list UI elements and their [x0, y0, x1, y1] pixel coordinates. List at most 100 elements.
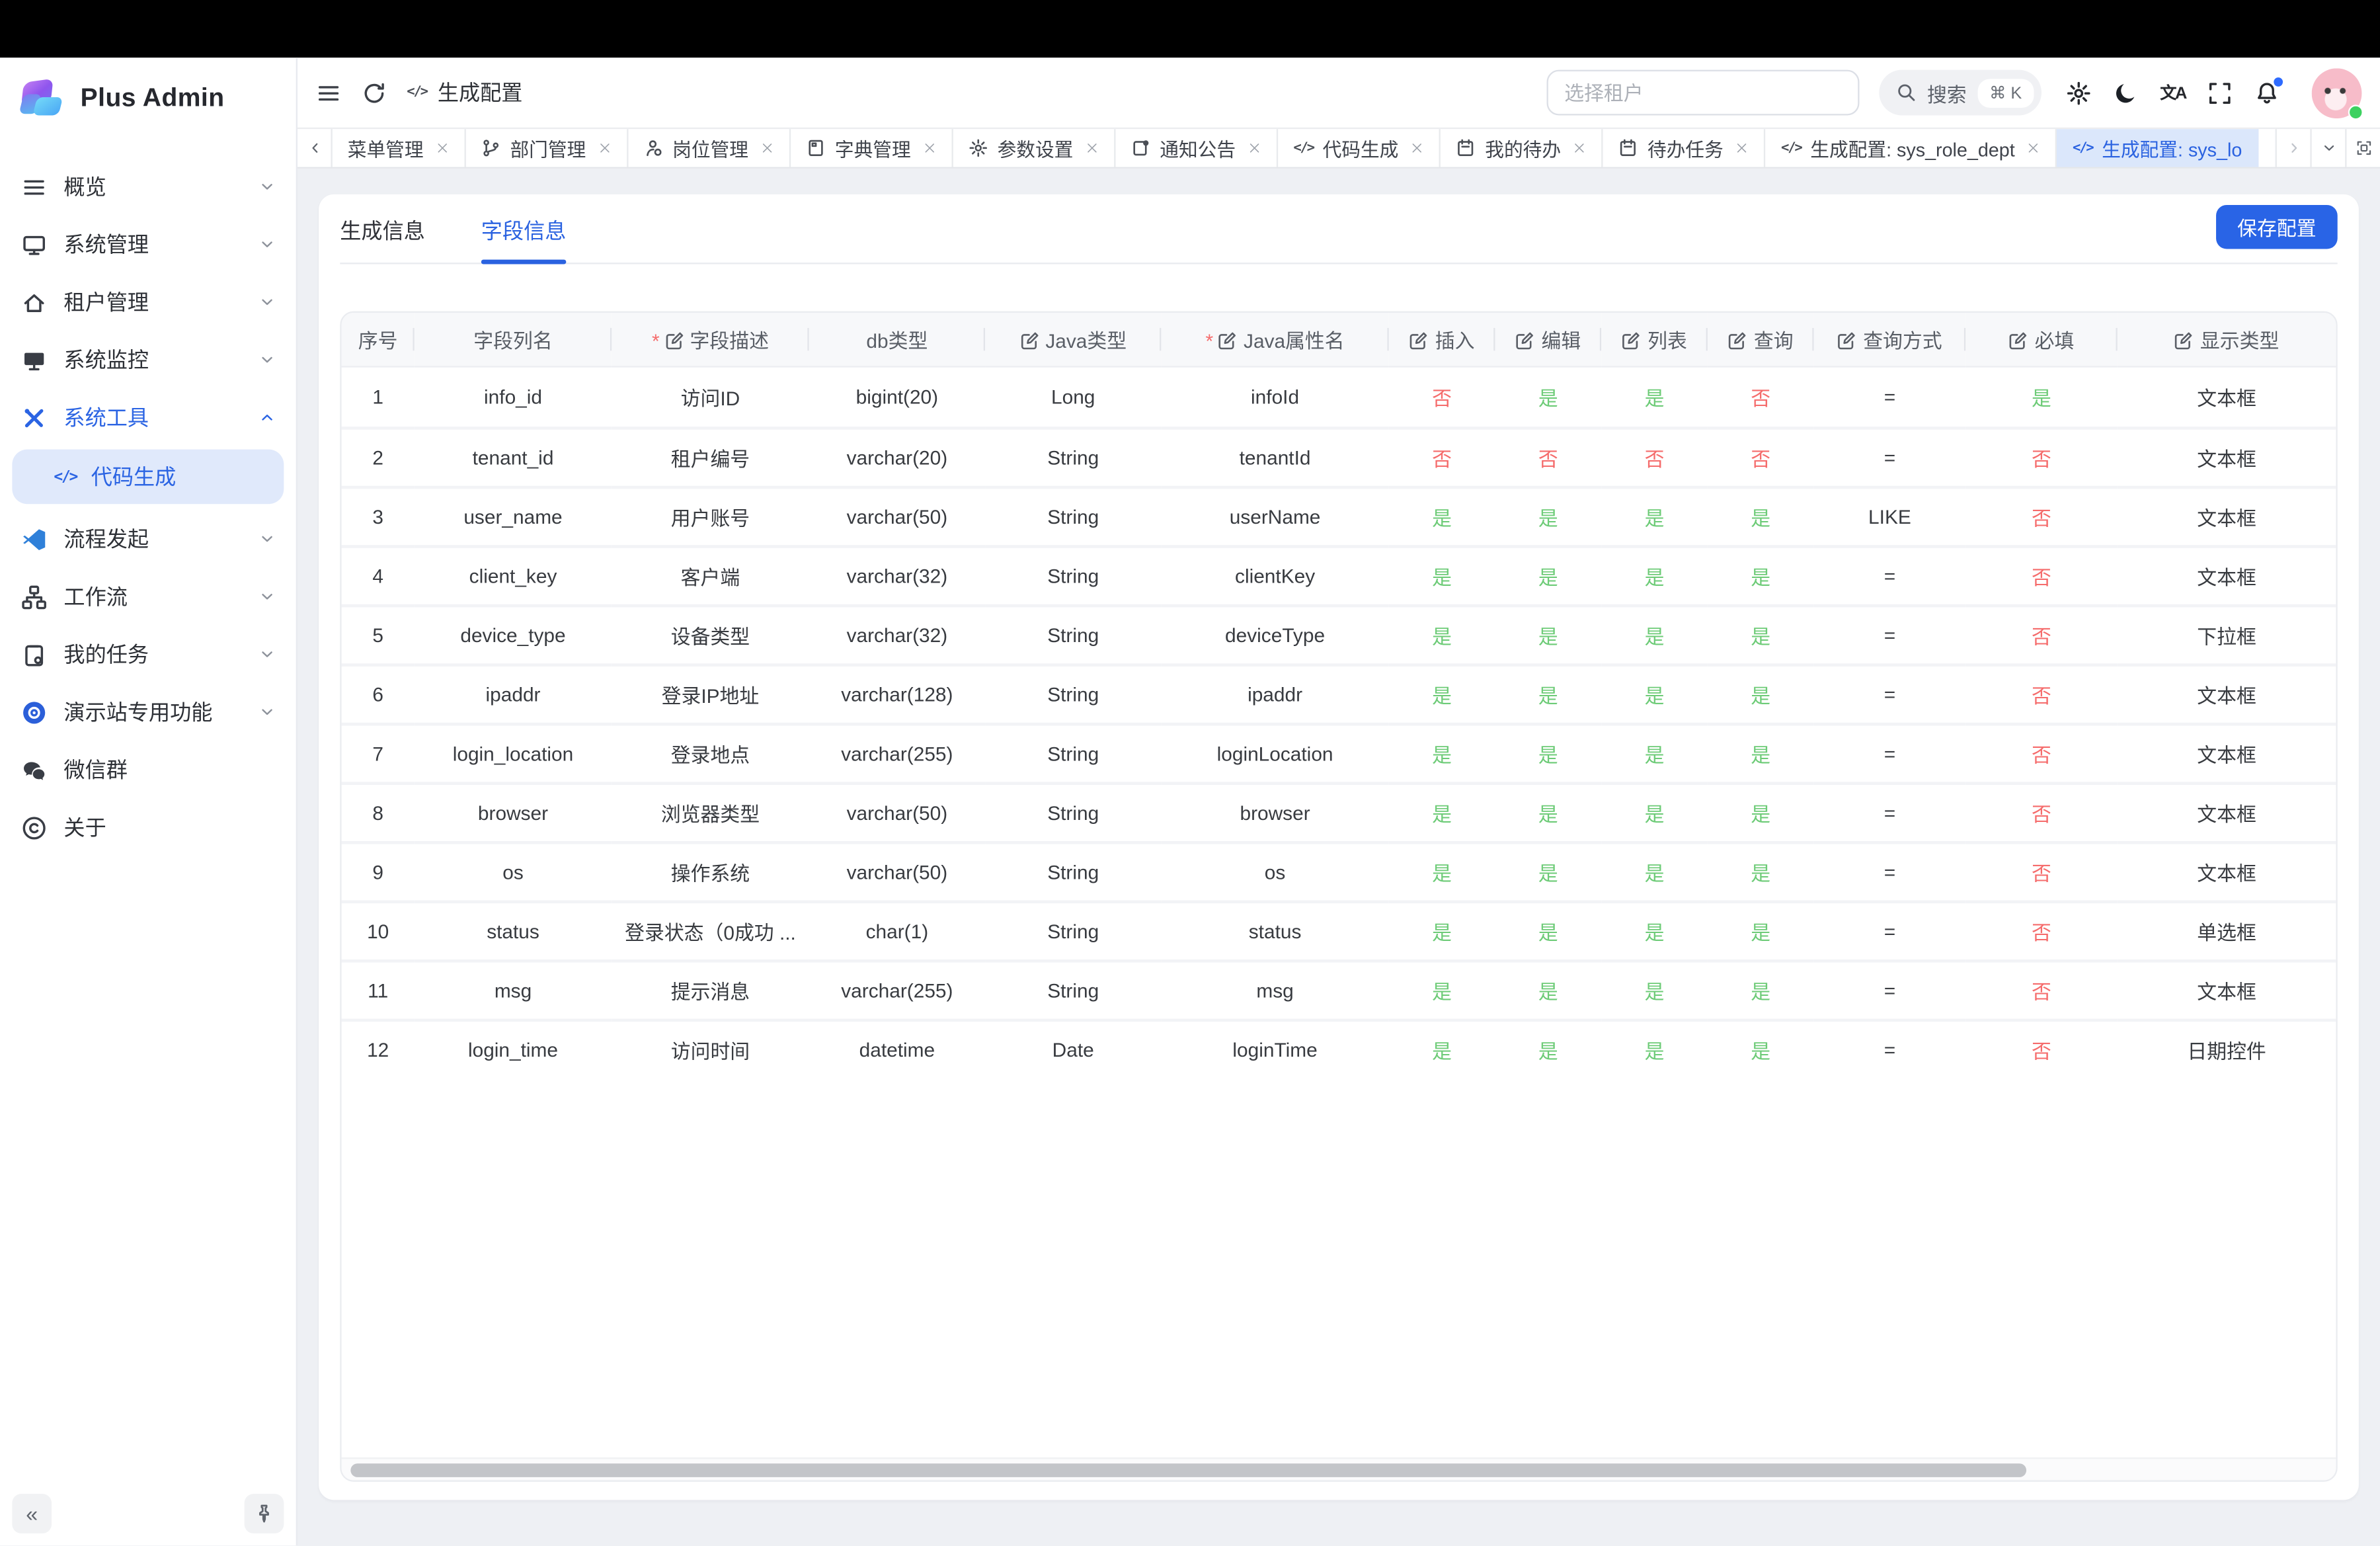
cell-java-type[interactable]: String — [985, 841, 1161, 901]
cell-java-attr[interactable]: clientKey — [1161, 545, 1388, 604]
cell-edit[interactable]: 是 — [1495, 545, 1601, 604]
tab-dict-management[interactable]: 字典管理 — [791, 129, 953, 167]
cell-display-type[interactable]: 文本框 — [2118, 723, 2336, 782]
cell-display-type[interactable]: 日期控件 — [2118, 1019, 2336, 1078]
sidebar-item-about[interactable]: 关于 — [0, 799, 296, 856]
cell-query[interactable]: 是 — [1708, 900, 1814, 959]
close-icon[interactable] — [1411, 142, 1425, 155]
cell-java-attr[interactable]: os — [1161, 841, 1388, 901]
sidebar-item-overview[interactable]: 概览 — [0, 158, 296, 216]
cell-query-mode[interactable]: = — [1814, 663, 1966, 723]
cell-insert[interactable]: 是 — [1389, 663, 1495, 723]
tab-menu-management[interactable]: 菜单管理 — [333, 129, 466, 167]
cell-java-type[interactable]: Long — [985, 368, 1161, 427]
cell-java-attr[interactable]: msg — [1161, 959, 1388, 1019]
cell-column-desc[interactable]: 登录地点 — [612, 723, 809, 782]
close-icon[interactable] — [1086, 142, 1099, 155]
cell-required[interactable]: 否 — [1965, 782, 2118, 841]
cell-required[interactable]: 否 — [1965, 604, 2118, 664]
cell-query[interactable]: 是 — [1708, 486, 1814, 546]
cell-edit[interactable]: 否 — [1495, 427, 1601, 486]
cell-insert[interactable]: 是 — [1389, 1019, 1495, 1078]
cell-query-mode[interactable]: LIKE — [1814, 486, 1966, 546]
cell-edit[interactable]: 是 — [1495, 486, 1601, 546]
cell-query-mode[interactable]: = — [1814, 1019, 1966, 1078]
tab-param-settings[interactable]: 参数设置 — [953, 129, 1116, 167]
cell-query[interactable]: 是 — [1708, 959, 1814, 1019]
cell-column-desc[interactable]: 访问ID — [612, 368, 809, 427]
cell-java-type[interactable]: String — [985, 900, 1161, 959]
close-icon[interactable] — [436, 142, 450, 155]
cell-query-mode[interactable]: = — [1814, 545, 1966, 604]
hamburger-menu-icon[interactable] — [316, 80, 342, 106]
sidebar-collapse-button[interactable]: « — [12, 1494, 52, 1534]
cell-column-desc[interactable]: 登录IP地址 — [612, 663, 809, 723]
cell-required[interactable]: 否 — [1965, 841, 2118, 901]
cell-java-type[interactable]: String — [985, 545, 1161, 604]
cell-insert[interactable]: 是 — [1389, 723, 1495, 782]
cell-java-type[interactable]: String — [985, 959, 1161, 1019]
cell-query-mode[interactable]: = — [1814, 427, 1966, 486]
cell-insert[interactable]: 是 — [1389, 486, 1495, 546]
cell-column-desc[interactable]: 提示消息 — [612, 959, 809, 1019]
sidebar-item-demo-features[interactable]: 演示站专用功能 — [0, 683, 296, 741]
cell-list[interactable]: 是 — [1601, 545, 1708, 604]
translate-icon[interactable]: 文A — [2160, 81, 2186, 105]
cell-query-mode[interactable]: = — [1814, 782, 1966, 841]
cell-column-desc[interactable]: 用户账号 — [612, 486, 809, 546]
tab-todo-tasks[interactable]: 待办任务 — [1603, 129, 1766, 167]
cell-java-type[interactable]: String — [985, 427, 1161, 486]
cell-query-mode[interactable]: = — [1814, 841, 1966, 901]
cell-list[interactable]: 是 — [1601, 782, 1708, 841]
cell-java-attr[interactable]: browser — [1161, 782, 1388, 841]
cell-required[interactable]: 否 — [1965, 663, 2118, 723]
fullscreen-icon[interactable] — [2207, 80, 2233, 106]
cell-list[interactable]: 是 — [1601, 723, 1708, 782]
cell-insert[interactable]: 是 — [1389, 782, 1495, 841]
cell-required[interactable]: 否 — [1965, 427, 2118, 486]
cell-edit[interactable]: 是 — [1495, 604, 1601, 664]
cell-required[interactable]: 否 — [1965, 959, 2118, 1019]
cell-list[interactable]: 是 — [1601, 841, 1708, 901]
cell-query-mode[interactable]: = — [1814, 368, 1966, 427]
cell-display-type[interactable]: 文本框 — [2118, 841, 2336, 901]
cell-edit[interactable]: 是 — [1495, 1019, 1601, 1078]
sidebar-item-wechat-group[interactable]: 微信群 — [0, 741, 296, 798]
cell-display-type[interactable]: 文本框 — [2118, 545, 2336, 604]
settings-gear-icon[interactable] — [2066, 80, 2092, 106]
cell-required[interactable]: 否 — [1965, 900, 2118, 959]
sidebar-item-system-monitor[interactable]: 系统监控 — [0, 331, 296, 389]
cell-required[interactable]: 否 — [1965, 486, 2118, 546]
cell-java-type[interactable]: String — [985, 723, 1161, 782]
sidebar-item-workflow[interactable]: 工作流 — [0, 568, 296, 626]
cell-java-attr[interactable]: loginLocation — [1161, 723, 1388, 782]
cell-edit[interactable]: 是 — [1495, 723, 1601, 782]
dark-mode-moon-icon[interactable] — [2113, 80, 2139, 106]
user-avatar[interactable] — [2312, 67, 2362, 118]
cell-column-desc[interactable]: 访问时间 — [612, 1019, 809, 1078]
cell-java-type[interactable]: String — [985, 604, 1161, 664]
tab-post-management[interactable]: 岗位管理 — [629, 129, 791, 167]
cell-query[interactable]: 是 — [1708, 663, 1814, 723]
close-icon[interactable] — [1248, 142, 1261, 155]
cell-java-attr[interactable]: loginTime — [1161, 1019, 1388, 1078]
tab-gen-sys-logininfor[interactable]: </>生成配置: sys_lo — [2057, 129, 2259, 167]
sidebar-item-tenant-management[interactable]: 租户管理 — [0, 273, 296, 331]
cell-display-type[interactable]: 文本框 — [2118, 782, 2336, 841]
cell-java-type[interactable]: String — [985, 486, 1161, 546]
cell-column-desc[interactable]: 租户编号 — [612, 427, 809, 486]
cell-insert[interactable]: 是 — [1389, 900, 1495, 959]
close-icon[interactable] — [598, 142, 612, 155]
notification-bell-icon[interactable] — [2254, 80, 2280, 106]
cell-java-attr[interactable]: deviceType — [1161, 604, 1388, 664]
cell-list[interactable]: 是 — [1601, 900, 1708, 959]
refresh-icon[interactable] — [361, 80, 387, 106]
sidebar-item-my-tasks[interactable]: 我的任务 — [0, 626, 296, 683]
cell-edit[interactable]: 是 — [1495, 368, 1601, 427]
cell-java-attr[interactable]: infoId — [1161, 368, 1388, 427]
cell-java-attr[interactable]: userName — [1161, 486, 1388, 546]
save-config-button[interactable]: 保存配置 — [2216, 205, 2338, 249]
tabs-dropdown-icon[interactable] — [2310, 129, 2345, 167]
cell-list[interactable]: 是 — [1601, 486, 1708, 546]
cell-query-mode[interactable]: = — [1814, 723, 1966, 782]
